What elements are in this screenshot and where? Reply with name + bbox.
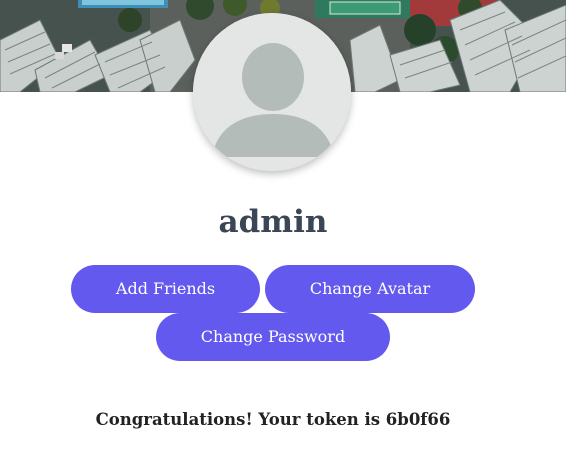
change-avatar-button[interactable]: Change Avatar [265,265,475,313]
token-message: Congratulations! Your token is 6b0f66 [95,410,451,429]
add-friends-button[interactable]: Add Friends [71,265,260,313]
avatar [193,13,351,171]
username-heading: admin [218,204,328,240]
default-user-icon [193,13,351,171]
change-password-button[interactable]: Change Password [156,313,390,361]
